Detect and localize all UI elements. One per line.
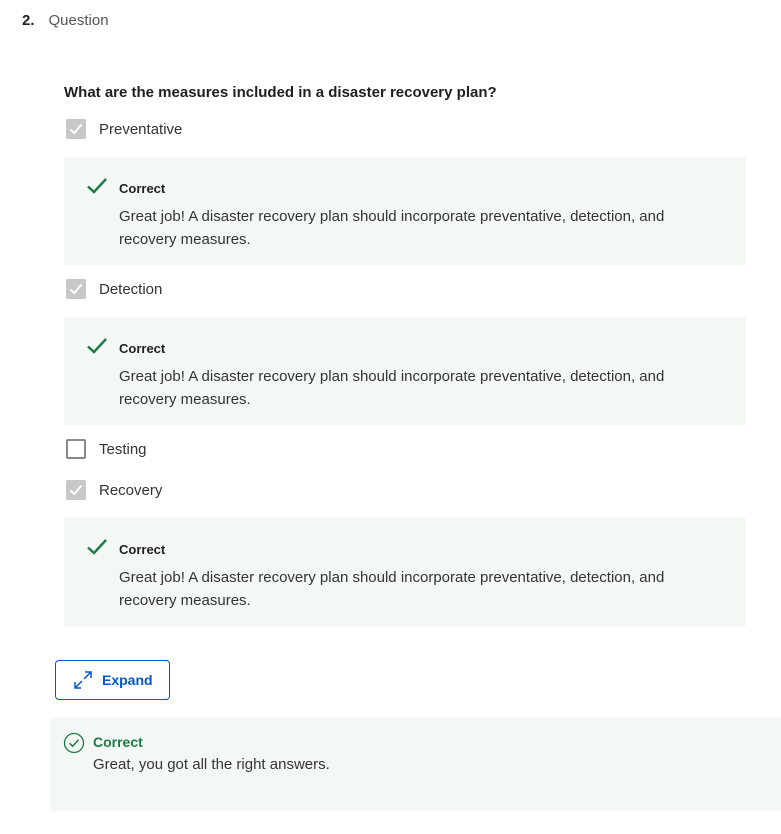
check-icon: [86, 177, 108, 200]
feedback-panel-detection: Correct Great job! A disaster recovery p…: [64, 317, 746, 425]
result-panel: Correct Great, you got all the right ans…: [50, 718, 781, 811]
result-text: Great, you got all the right answers.: [93, 756, 330, 773]
option-label: Testing: [99, 440, 147, 458]
feedback-title: Correct: [119, 542, 166, 557]
feedback-title: Correct: [119, 341, 166, 356]
check-circle-icon: [63, 732, 85, 759]
option-label: Preventative: [99, 120, 183, 138]
feedback-panel-recovery: Correct Great job! A disaster recovery p…: [64, 518, 746, 626]
checkbox-checked-icon[interactable]: [66, 119, 86, 139]
checkbox-checked-icon[interactable]: [66, 279, 86, 299]
question-label: Question: [48, 12, 109, 29]
feedback-text: Great job! A disaster recovery plan shou…: [119, 569, 665, 609]
expand-button-label: Expand: [102, 672, 153, 688]
expand-arrows-icon: [73, 670, 93, 690]
feedback-title: Correct: [119, 181, 166, 196]
option-label: Recovery: [99, 481, 163, 499]
question-number: 2.: [22, 12, 35, 29]
checkbox-checked-icon[interactable]: [66, 480, 86, 500]
result-title: Correct: [93, 734, 143, 750]
feedback-text: Great job! A disaster recovery plan shou…: [119, 368, 665, 408]
check-icon: [86, 337, 108, 360]
check-icon: [86, 538, 108, 561]
checkbox-unchecked-icon[interactable]: [66, 439, 86, 459]
option-testing[interactable]: Testing: [66, 439, 147, 459]
option-detection[interactable]: Detection: [66, 279, 162, 299]
expand-button[interactable]: Expand: [55, 660, 170, 700]
option-label: Detection: [99, 280, 163, 298]
option-recovery[interactable]: Recovery: [66, 480, 162, 500]
feedback-text: Great job! A disaster recovery plan shou…: [119, 208, 665, 248]
option-preventative[interactable]: Preventative: [66, 119, 182, 139]
question-prompt: What are the measures included in a disa…: [64, 84, 497, 101]
feedback-panel-preventative: Correct Great job! A disaster recovery p…: [64, 157, 746, 265]
question-header: 2. Question: [22, 12, 109, 29]
